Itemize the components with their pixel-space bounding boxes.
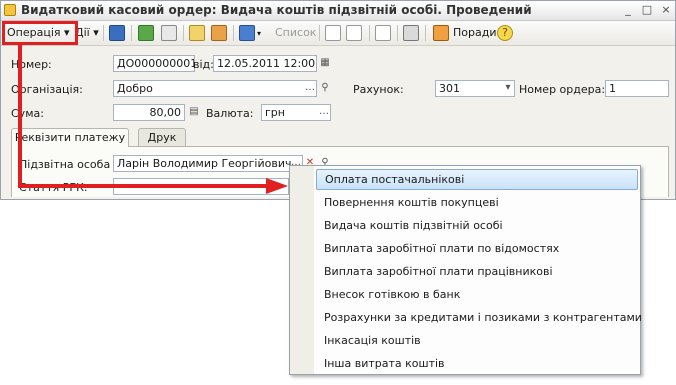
order-number-label: Номер ордера: <box>519 83 606 96</box>
actions-menu-button[interactable]: Дії ▾ <box>75 24 99 42</box>
structure-icon[interactable] <box>375 25 391 41</box>
calendar-icon[interactable]: ▦ <box>318 56 332 71</box>
chevron-down-icon: ▾ <box>93 26 99 39</box>
hints-icon[interactable] <box>433 25 449 41</box>
operation-highlight <box>2 21 78 45</box>
maximize-button[interactable]: □ <box>640 3 654 17</box>
menu-item-credit-settlements[interactable]: Розрахунки за кредитами і позиками з кон… <box>316 307 642 328</box>
select-ellipsis-icon[interactable]: … <box>317 105 331 120</box>
chevron-down-icon[interactable]: ▾ <box>501 81 515 96</box>
toolbar-separator <box>319 25 320 41</box>
menu-item-cash-deposit-bank[interactable]: Внесок готівкою в банк <box>316 284 638 305</box>
organization-field[interactable]: Добро <box>113 80 317 97</box>
operation-dropdown-menu: Оплата постачальнікові Повернення коштів… <box>289 165 642 375</box>
hints-button[interactable]: Поради <box>453 24 496 42</box>
search-icon[interactable]: ⚲ <box>318 81 332 96</box>
menu-item-supplier-payment[interactable]: Оплата постачальнікові <box>316 169 638 190</box>
document-icon[interactable] <box>189 25 205 41</box>
order-number-field[interactable]: 1 <box>605 80 669 97</box>
copy-icon[interactable] <box>161 25 177 41</box>
organization-label: Організація: <box>11 83 83 96</box>
tab-payment-details[interactable]: Реквізити платежу <box>11 128 129 147</box>
number-field[interactable]: ДО000000001 <box>113 55 195 72</box>
toolbar-separator <box>425 25 426 41</box>
date-field[interactable]: 12.05.2011 12:00:04 <box>213 55 317 72</box>
toolbar-separator <box>131 25 132 41</box>
post-and-close-icon[interactable] <box>109 25 125 41</box>
sum-label: Сума: <box>11 107 44 120</box>
list-button[interactable]: Список <box>275 24 316 42</box>
close-button[interactable]: × <box>659 3 673 17</box>
calculator-icon[interactable]: ▤ <box>187 105 201 120</box>
select-ellipsis-icon[interactable]: … <box>303 81 317 96</box>
menu-item-payroll-by-statements[interactable]: Виплата заробітної плати по відомостях <box>316 238 638 259</box>
toolbar: Операція ▾ Дії ▾ ▾ Список Поради ? <box>1 21 675 46</box>
toolbar-separator <box>397 25 398 41</box>
help-icon[interactable]: ? <box>497 25 513 41</box>
toolbar-separator <box>183 25 184 41</box>
go-to-icon[interactable] <box>239 25 255 41</box>
toolbar-separator <box>233 25 234 41</box>
table-icon[interactable] <box>403 25 419 41</box>
debit-credit-icon[interactable] <box>325 25 341 41</box>
menu-item-refund-to-buyer[interactable]: Повернення коштів покупцеві <box>316 192 638 213</box>
currency-label: Валюта: <box>206 107 254 120</box>
menu-item-cash-collection[interactable]: Інкасація коштів <box>316 330 638 351</box>
article-label: Стаття РГК: <box>19 181 88 194</box>
date-label: від: <box>193 58 214 71</box>
menu-item-other-expense[interactable]: Інша витрата коштів <box>316 353 638 374</box>
menu-item-payroll-to-employee[interactable]: Виплата заробітної плати працівникові <box>316 261 638 282</box>
accountable-person-label: Підзвітна особа <box>19 158 111 171</box>
minimize-button[interactable]: _ <box>621 3 635 17</box>
sum-field[interactable]: 80,00 <box>113 104 185 121</box>
toolbar-separator <box>103 25 104 41</box>
account-label: Рахунок: <box>353 83 404 96</box>
chevron-down-icon: ▾ <box>257 29 262 38</box>
app-icon <box>4 4 16 16</box>
refresh-icon[interactable] <box>138 25 154 41</box>
menu-item-accountable-issue[interactable]: Видача коштів підзвітній особі <box>316 215 638 236</box>
number-label: Номер: <box>11 58 52 71</box>
register-icon[interactable] <box>346 25 362 41</box>
window-title: Видатковий касовий ордер: Видача коштів … <box>21 3 532 17</box>
menu-icon-gutter <box>290 166 314 374</box>
article-field[interactable] <box>113 178 289 195</box>
tab-print[interactable]: Друк <box>138 128 186 146</box>
title-bar: Видатковий касовий ордер: Видача коштів … <box>1 1 675 21</box>
print-icon[interactable] <box>211 25 227 41</box>
toolbar-separator <box>369 25 370 41</box>
accountable-person-field[interactable]: Ларін Володимир Георгійович <box>113 155 303 172</box>
